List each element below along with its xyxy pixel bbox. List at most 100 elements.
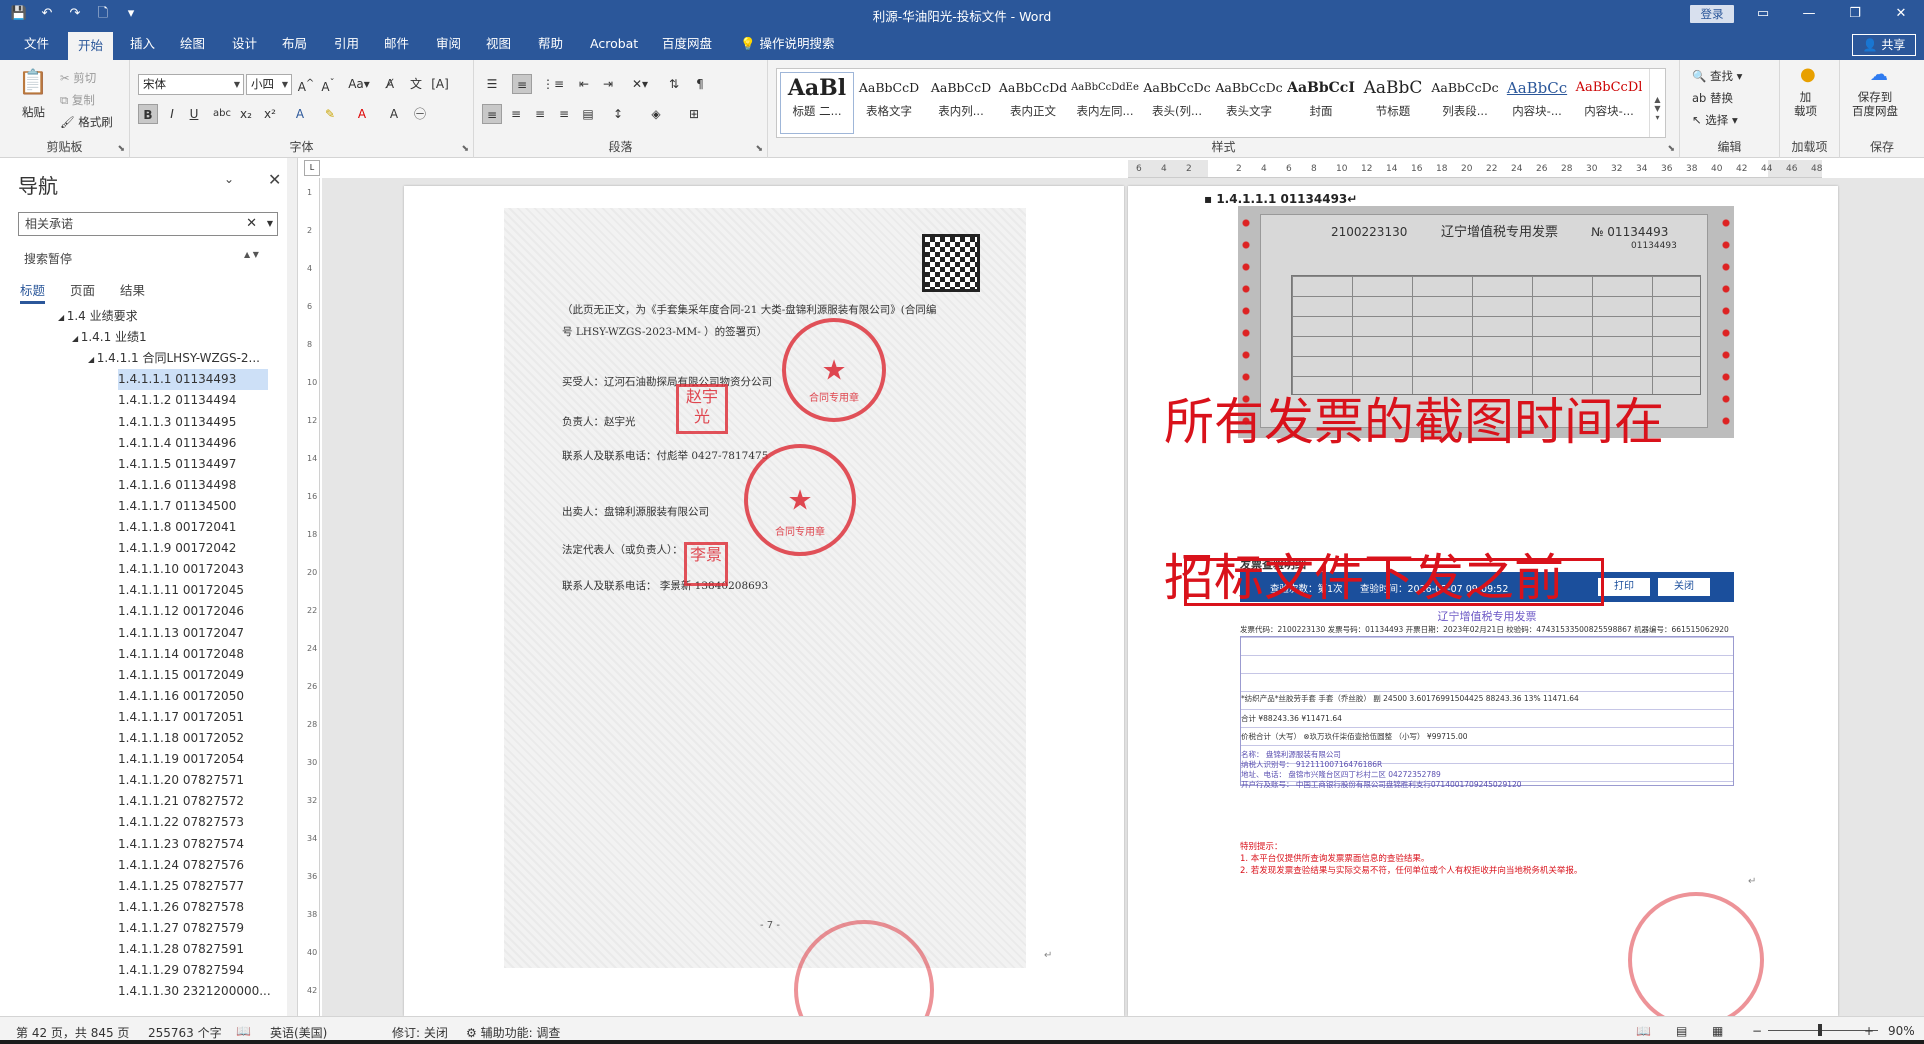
proofing-icon[interactable]: 📖 <box>236 1024 251 1038</box>
phonetic-guide-icon[interactable]: 文 <box>406 74 426 94</box>
document-area[interactable]: （此页无正文，为《手套集采年度合同-21 大类-盘锦利源服装有限公司》(合同编 … <box>322 178 1924 1016</box>
tab-draw[interactable]: 绘图 <box>170 28 215 60</box>
show-marks-icon[interactable]: ¶ <box>690 74 710 94</box>
web-layout-icon[interactable]: ▦ <box>1712 1024 1723 1038</box>
nav-tree-item[interactable]: 1.4.1.1.2 01134494 <box>118 390 236 411</box>
style-item[interactable]: AaBbCcDc 表头(列... <box>1141 73 1213 133</box>
page-left[interactable]: （此页无正文，为《手套集采年度合同-21 大类-盘锦利源服装有限公司》(合同编 … <box>404 186 1124 1016</box>
nav-tree-item[interactable]: 1.4.1.1.21 07827572 <box>118 791 244 812</box>
nav-tree-item[interactable]: 1.4.1.1.15 00172049 <box>118 665 244 686</box>
tab-acrobat[interactable]: Acrobat <box>580 28 648 60</box>
dialog-launcher-icon[interactable]: ⬊ <box>755 144 763 154</box>
zoom-slider[interactable] <box>1768 1030 1878 1031</box>
borders-icon[interactable]: ⊞ <box>684 104 704 124</box>
numbering-icon[interactable]: ≡ <box>512 74 532 94</box>
superscript-button[interactable]: x² <box>260 104 280 124</box>
copy-button[interactable]: ⧉ 复制 <box>60 92 95 108</box>
style-item[interactable]: AaBbCcDc 列表段... <box>1429 73 1501 133</box>
nav-tree-item[interactable]: 1.4.1.1.28 07827591 <box>118 939 244 960</box>
dialog-launcher-icon[interactable]: ⬊ <box>1667 144 1675 154</box>
nav-tree-item[interactable]: 1.4.1.1.24 07827576 <box>118 855 244 876</box>
nav-tree-item[interactable]: 1.4.1.1.3 01134495 <box>118 412 236 433</box>
nav-tab-results[interactable]: 结果 <box>120 280 145 299</box>
word-count[interactable]: 255763 个字 <box>148 1024 222 1041</box>
nav-tree-item[interactable]: 1.4.1.1.10 00172043 <box>118 559 244 580</box>
nav-tree-item[interactable]: 1.4.1.1.11 00172045 <box>118 580 244 601</box>
style-item[interactable]: AaBbCcDdEe 表内左同... <box>1069 73 1141 133</box>
save-to-baidu-button[interactable]: 保存到 百度网盘 <box>1852 90 1898 118</box>
character-shading-icon[interactable]: A <box>384 104 404 124</box>
justify-icon[interactable]: ≡ <box>554 104 574 124</box>
nav-options-icon[interactable]: ⌄ <box>224 172 234 186</box>
tab-view[interactable]: 视图 <box>476 28 521 60</box>
dialog-launcher-icon[interactable]: ⬊ <box>461 144 469 154</box>
style-item[interactable]: AaBl 标题 二... <box>780 72 854 134</box>
collapse-triangle-icon[interactable]: ◢ <box>72 334 81 343</box>
paste-button[interactable]: 粘贴 <box>22 104 45 120</box>
tab-layout[interactable]: 布局 <box>272 28 317 60</box>
collapse-triangle-icon[interactable]: ◢ <box>58 313 67 322</box>
gallery-more-icon[interactable]: ▲ ▼ ▾ <box>1649 69 1665 137</box>
tab-insert[interactable]: 插入 <box>120 28 165 60</box>
nav-tree-item[interactable]: 1.4.1.1.7 01134500 <box>118 496 236 517</box>
style-item[interactable]: AaBbCcI 封面 <box>1285 73 1357 133</box>
collapse-triangle-icon[interactable]: ◢ <box>88 355 97 364</box>
underline-button[interactable]: U <box>184 104 204 124</box>
shrink-font-icon[interactable]: Aˇ <box>318 74 338 94</box>
tab-mailings[interactable]: 邮件 <box>374 28 419 60</box>
character-border-icon[interactable]: [A] <box>430 74 450 94</box>
track-changes-status[interactable]: 修订: 关闭 <box>392 1024 448 1041</box>
change-case-icon[interactable]: Aa▾ <box>344 74 374 94</box>
nav-tree-item[interactable]: 1.4.1.1.1 01134493 <box>118 369 268 391</box>
select-button[interactable]: ↖ 选择 ▾ <box>1692 112 1738 128</box>
nav-scrollbar[interactable] <box>287 158 297 1016</box>
page-count[interactable]: 第 42 页，共 845 页 <box>16 1024 129 1041</box>
nav-tab-pages[interactable]: 页面 <box>70 280 95 299</box>
subscript-button[interactable]: x₂ <box>236 104 256 124</box>
increase-indent-icon[interactable]: ⇥ <box>598 74 618 94</box>
nav-tree-item[interactable]: 1.4.1.1.13 00172047 <box>118 623 244 644</box>
ribbon-display-icon[interactable]: ▭ <box>1740 0 1786 28</box>
nav-tab-headings[interactable]: 标题 <box>20 280 46 304</box>
find-button[interactable]: 🔍 查找 ▾ <box>1692 68 1742 84</box>
decrease-indent-icon[interactable]: ⇤ <box>574 74 594 94</box>
nav-tree-item[interactable]: 1.4.1.1.19 00172054 <box>118 749 244 770</box>
distributed-icon[interactable]: ▤ <box>578 104 598 124</box>
tab-home[interactable]: 开始 <box>68 32 114 60</box>
tab-design[interactable]: 设计 <box>222 28 267 60</box>
highlight-icon[interactable]: ✎ <box>320 104 340 124</box>
tab-references[interactable]: 引用 <box>324 28 369 60</box>
cut-button[interactable]: ✂ 剪切 <box>60 70 96 86</box>
format-painter-button[interactable]: 🖌 格式刷 <box>60 114 113 130</box>
font-name-combo[interactable]: 宋体 ▼ <box>138 74 244 95</box>
paste-icon[interactable]: 📋 <box>18 68 48 96</box>
multilevel-list-icon[interactable]: ⋮≡ <box>542 74 564 94</box>
vertical-ruler[interactable]: 1 2 4 6 8 10 12 14 16 18 20 22 24 26 28 30 32 34 36 38 40 42 <box>304 178 320 1016</box>
bold-button[interactable]: B <box>138 104 158 124</box>
close-button[interactable]: 关闭 <box>1658 578 1710 596</box>
sign-in-button[interactable]: 登录 <box>1690 5 1734 23</box>
replace-button[interactable]: ab 替换 <box>1692 90 1733 106</box>
close-icon[interactable]: ✕ <box>268 170 281 189</box>
style-item[interactable]: AaBbCc 内容块-... <box>1501 73 1573 133</box>
style-item[interactable]: AaBbCcDl 内容块-... <box>1573 73 1645 133</box>
dialog-launcher-icon[interactable]: ⬊ <box>117 144 125 154</box>
language-indicator[interactable]: 英语(美国) <box>270 1024 327 1041</box>
zoom-out-icon[interactable]: − <box>1752 1024 1762 1038</box>
nav-tree-item[interactable]: ◢ 1.4.1.1 合同LHSY-WZGS-2... <box>88 348 260 369</box>
nav-tree-item[interactable]: 1.4.1.1.26 07827578 <box>118 897 244 918</box>
nav-tree-item[interactable]: 1.4.1.1.29 07827594 <box>118 960 244 981</box>
read-mode-icon[interactable]: 📖 <box>1636 1024 1651 1038</box>
shading-icon[interactable]: ◈ <box>646 104 666 124</box>
nav-tree-item[interactable]: 1.4.1.1.30 2321200000... <box>118 981 271 1002</box>
style-item[interactable]: AaBbCcDc 表头文字 <box>1213 73 1285 133</box>
nav-tree-item[interactable]: 1.4.1.1.5 01134497 <box>118 454 236 475</box>
bullets-icon[interactable]: ☰ <box>482 74 502 94</box>
tell-me-search[interactable]: 💡 操作说明搜索 <box>730 28 845 60</box>
horizontal-ruler[interactable]: 6 4 2 2 4 6 8 10 12 14 16 18 20 22 24 26 28 30 32 34 36 38 40 4… <box>1128 160 1822 178</box>
nav-tree-item[interactable]: 1.4.1.1.23 07827574 <box>118 834 244 855</box>
nav-tree-item[interactable]: ◢ 1.4 业绩要求 <box>58 306 138 327</box>
addins-icon[interactable]: ● <box>1800 64 1816 85</box>
line-spacing-icon[interactable]: ↕ <box>608 104 628 124</box>
close-window-icon[interactable]: ✕ <box>1878 0 1924 28</box>
